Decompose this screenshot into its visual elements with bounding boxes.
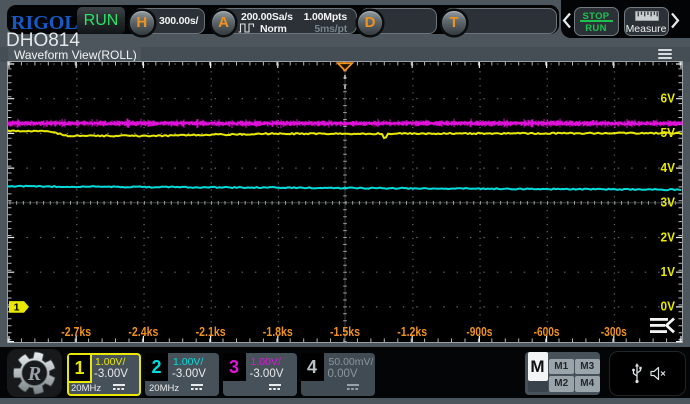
svg-text:-900s: -900s (466, 325, 492, 339)
svg-text:-2.7ks: -2.7ks (61, 325, 91, 339)
svg-text:-2.1ks: -2.1ks (196, 325, 226, 339)
svg-text:R: R (27, 363, 41, 385)
svg-text:-300s: -300s (601, 325, 627, 339)
svg-text:4V: 4V (661, 160, 676, 174)
svg-text:-600s: -600s (534, 325, 560, 339)
svg-text:-1.2ks: -1.2ks (397, 325, 427, 339)
svg-text:0V: 0V (661, 299, 676, 313)
svg-text:2V: 2V (661, 230, 676, 244)
svg-text:1: 1 (14, 301, 20, 313)
svg-text:1V: 1V (661, 265, 676, 279)
svg-text:5V: 5V (661, 126, 676, 140)
svg-text:-2.4ks: -2.4ks (128, 325, 158, 339)
svg-text:6V: 6V (661, 91, 676, 105)
svg-text:3V: 3V (661, 195, 676, 209)
svg-text:-1.5ks: -1.5ks (330, 325, 360, 339)
svg-text:-1.8ks: -1.8ks (263, 325, 293, 339)
